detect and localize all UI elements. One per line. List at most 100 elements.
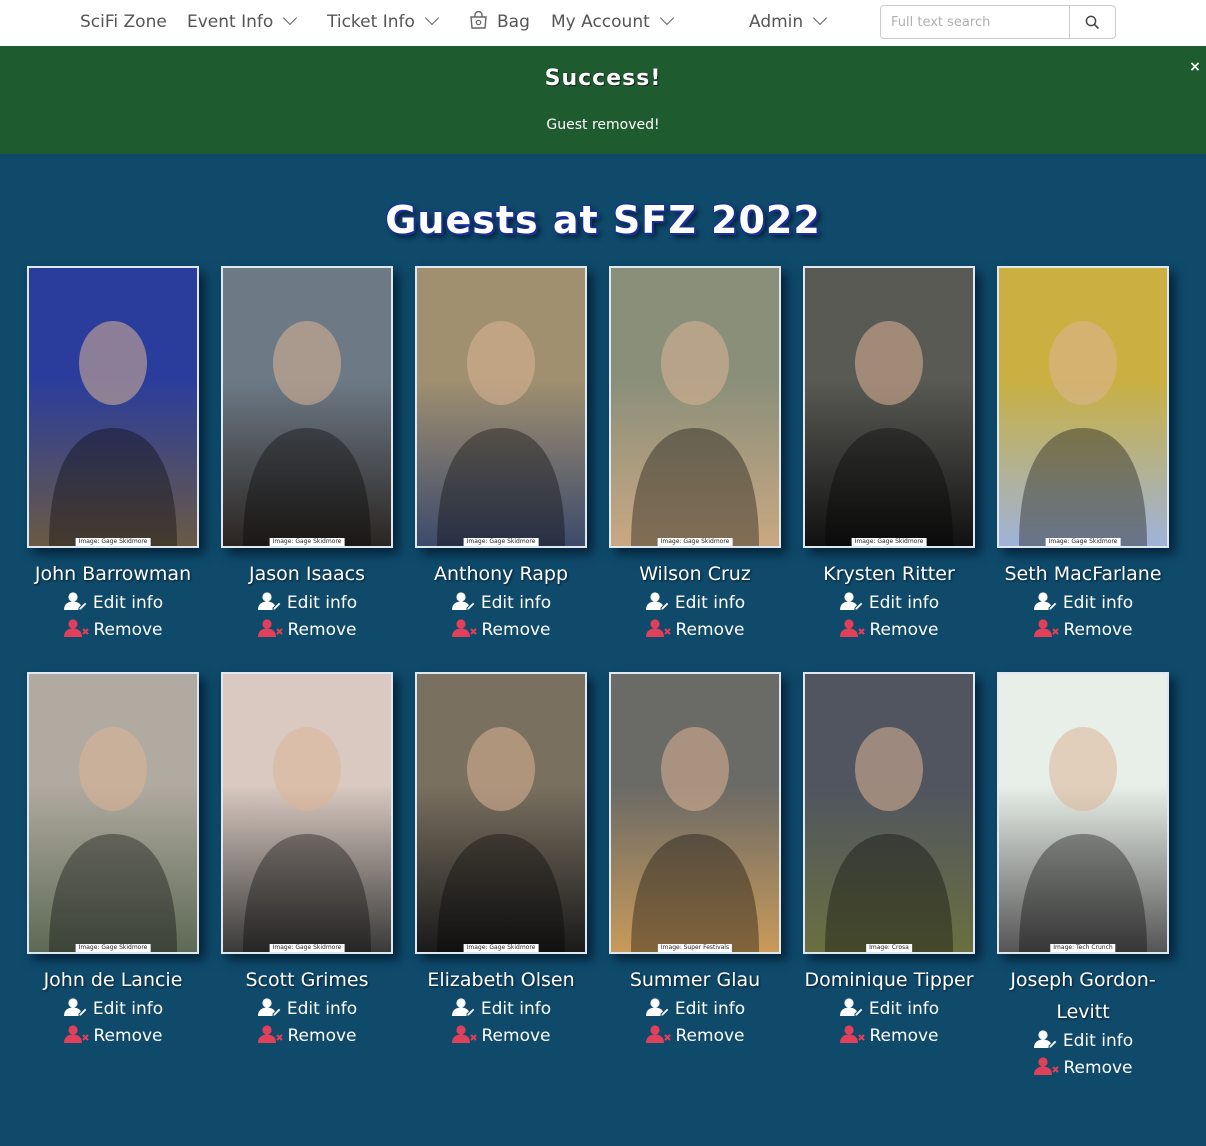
edit-guest-link[interactable]: Edit info xyxy=(986,590,1180,617)
alert-title: Success! xyxy=(544,66,662,91)
remove-guest-link[interactable]: Remove xyxy=(210,617,404,644)
nav-bag-link[interactable]: Bag xyxy=(468,0,530,46)
person-silhouette-icon xyxy=(49,727,177,952)
user-edit-icon xyxy=(63,592,88,611)
guest-photo[interactable]: Image: Gage Skidmore xyxy=(27,672,199,954)
guest-photo[interactable]: Image: Gage Skidmore xyxy=(221,672,393,954)
remove-label: Remove xyxy=(869,1026,939,1046)
guest-name: Jason Isaacs xyxy=(249,563,365,585)
photo-credit: Image: Super Festivals xyxy=(657,944,733,952)
guest-name: John de Lancie xyxy=(43,969,183,991)
guest-card: Image: Gage Skidmore Jason Isaacs Edit inf… xyxy=(210,266,404,644)
user-remove-icon xyxy=(645,1025,671,1043)
guest-card: Image: Gage Skidmore John Barrowman Edit i… xyxy=(16,266,210,644)
guest-card: Image: Gage Skidmore Scott Grimes Edit inf… xyxy=(210,672,404,1050)
remove-label: Remove xyxy=(481,620,551,640)
user-remove-icon xyxy=(839,619,865,637)
navbar: SciFi Zone Event Info Ticket Info Bag My… xyxy=(0,0,1206,47)
remove-guest-link[interactable]: Remove xyxy=(792,617,986,644)
photo-credit: Image: Crosa xyxy=(866,944,912,952)
close-icon[interactable]: × xyxy=(1187,59,1203,75)
guest-name: Anthony Rapp xyxy=(433,563,569,585)
user-remove-icon xyxy=(839,1025,865,1043)
person-silhouette-icon xyxy=(243,727,371,952)
edit-guest-link[interactable]: Edit info xyxy=(404,590,598,617)
photo-credit: Image: Gage Skidmore xyxy=(657,538,733,546)
photo-credit: Image: Tech Crunch xyxy=(1050,944,1116,952)
remove-guest-link[interactable]: Remove xyxy=(792,1023,986,1050)
user-remove-icon xyxy=(257,619,283,637)
remove-guest-link[interactable]: Remove xyxy=(598,1023,792,1050)
user-remove-icon xyxy=(63,619,89,637)
remove-guest-link[interactable]: Remove xyxy=(404,617,598,644)
edit-guest-link[interactable]: Edit info xyxy=(404,996,598,1023)
edit-guest-link[interactable]: Edit info xyxy=(16,996,210,1023)
guest-name: Wilson Cruz xyxy=(639,563,751,585)
guest-card: Image: Gage Skidmore Krysten Ritter Edit i… xyxy=(792,266,986,644)
remove-label: Remove xyxy=(93,1026,163,1046)
chevron-down-icon xyxy=(813,10,828,26)
guest-photo[interactable]: Image: Gage Skidmore xyxy=(27,266,199,548)
guest-photo[interactable]: Image: Crosa xyxy=(803,672,975,954)
edit-guest-link[interactable]: Edit info xyxy=(16,590,210,617)
guest-name: Dominique Tipper xyxy=(804,969,974,991)
user-remove-icon xyxy=(257,1025,283,1043)
edit-guest-link[interactable]: Edit info xyxy=(598,996,792,1023)
user-edit-icon xyxy=(257,998,282,1017)
remove-label: Remove xyxy=(287,620,357,640)
person-silhouette-icon xyxy=(437,727,565,952)
user-remove-icon xyxy=(1033,1057,1059,1075)
edit-guest-link[interactable]: Edit info xyxy=(986,1028,1180,1055)
guest-photo[interactable]: Image: Tech Crunch xyxy=(997,672,1169,954)
remove-guest-link[interactable]: Remove xyxy=(16,617,210,644)
person-silhouette-icon xyxy=(825,321,953,546)
edit-label: Edit info xyxy=(674,593,746,613)
remove-guest-link[interactable]: Remove xyxy=(404,1023,598,1050)
user-edit-icon xyxy=(839,592,864,611)
nav-brand[interactable]: SciFi Zone xyxy=(80,0,167,46)
nav-my-account-dropdown[interactable]: My Account xyxy=(551,0,674,46)
guest-photo[interactable]: Image: Gage Skidmore xyxy=(609,266,781,548)
guest-photo[interactable]: Image: Gage Skidmore xyxy=(803,266,975,548)
search-button[interactable] xyxy=(1070,5,1116,39)
nav-event-info-dropdown[interactable]: Event Info xyxy=(187,0,298,46)
remove-guest-link[interactable]: Remove xyxy=(210,1023,404,1050)
guest-photo[interactable]: Image: Gage Skidmore xyxy=(221,266,393,548)
remove-guest-link[interactable]: Remove xyxy=(986,617,1180,644)
person-silhouette-icon xyxy=(631,727,759,952)
user-edit-icon xyxy=(645,592,670,611)
guest-photo[interactable]: Image: Super Festivals xyxy=(609,672,781,954)
guest-card: Image: Tech Crunch Joseph Gordon-Levitt Ed… xyxy=(986,672,1180,1082)
search-icon xyxy=(1085,15,1100,29)
person-silhouette-icon xyxy=(243,321,371,546)
remove-guest-link[interactable]: Remove xyxy=(16,1023,210,1050)
edit-guest-link[interactable]: Edit info xyxy=(598,590,792,617)
search-input[interactable] xyxy=(880,5,1070,39)
guest-photo[interactable]: Image: Gage Skidmore xyxy=(997,266,1169,548)
edit-guest-link[interactable]: Edit info xyxy=(792,996,986,1023)
nav-admin-dropdown[interactable]: Admin xyxy=(749,0,828,46)
edit-label: Edit info xyxy=(674,999,746,1019)
nav-event-info-label: Event Info xyxy=(187,12,274,32)
photo-credit: Image: Gage Skidmore xyxy=(269,538,345,546)
remove-guest-link[interactable]: Remove xyxy=(986,1055,1180,1082)
nav-ticket-info-dropdown[interactable]: Ticket Info xyxy=(327,0,439,46)
guest-card: Image: Gage Skidmore Seth MacFarlane Edit … xyxy=(986,266,1180,644)
guest-card: Image: Gage Skidmore Elizabeth Olsen Edit … xyxy=(404,672,598,1050)
edit-label: Edit info xyxy=(286,593,358,613)
alert-message: Guest removed! xyxy=(546,117,660,133)
edit-guest-link[interactable]: Edit info xyxy=(210,996,404,1023)
remove-label: Remove xyxy=(93,620,163,640)
edit-label: Edit info xyxy=(480,999,552,1019)
guest-name: Krysten Ritter xyxy=(823,563,955,585)
guest-photo[interactable]: Image: Gage Skidmore xyxy=(415,672,587,954)
user-remove-icon xyxy=(1033,619,1059,637)
photo-credit: Image: Gage Skidmore xyxy=(851,538,927,546)
remove-guest-link[interactable]: Remove xyxy=(598,617,792,644)
edit-guest-link[interactable]: Edit info xyxy=(792,590,986,617)
person-silhouette-icon xyxy=(1019,727,1147,952)
guest-card: Image: Gage Skidmore John de Lancie Edit i… xyxy=(16,672,210,1050)
guest-photo[interactable]: Image: Gage Skidmore xyxy=(415,266,587,548)
edit-guest-link[interactable]: Edit info xyxy=(210,590,404,617)
edit-label: Edit info xyxy=(868,593,940,613)
